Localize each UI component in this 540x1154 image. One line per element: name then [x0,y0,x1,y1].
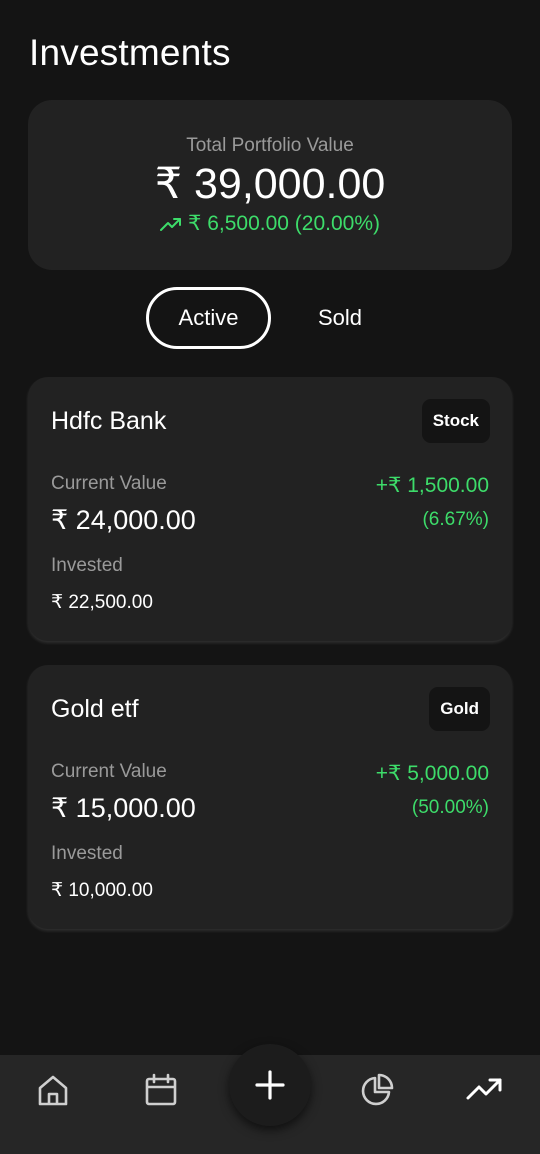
gain-amount: +₹ 5,000.00 [375,762,489,785]
status-tabs: Active Sold [0,287,540,349]
investments-screen: Investments Total Portfolio Value ₹ 39,0… [0,0,540,1154]
page-title: Investments [29,32,231,73]
current-value: ₹ 15,000.00 [51,793,196,823]
portfolio-summary-card: Total Portfolio Value ₹ 39,000.00 ₹ 6,50… [28,100,512,270]
nav-analytics-button[interactable] [350,1063,404,1117]
calendar-icon [145,1073,177,1106]
tab-active[interactable]: Active [146,287,271,349]
pie-chart-icon [361,1073,394,1106]
investment-name: Gold etf [51,695,139,723]
investment-card[interactable]: Gold etf Gold Current Value ₹ 15,000.00 … [28,665,512,929]
plus-icon [255,1070,285,1100]
current-value: ₹ 24,000.00 [51,505,196,535]
investment-type-badge: Stock [421,399,490,443]
invested-label: Invested [51,555,123,576]
investment-name: Hdfc Bank [51,407,167,435]
trending-up-icon [160,217,181,231]
portfolio-value: ₹ 39,000.00 [154,160,386,208]
invested-value: ₹ 10,000.00 [51,880,153,901]
nav-home-button[interactable] [26,1063,80,1117]
portfolio-change: ₹ 6,500.00 (20.00%) [28,211,512,236]
portfolio-change-value: ₹ 6,500.00 (20.00%) [188,212,380,235]
gain-percent: (50.00%) [411,797,489,818]
trending-up-icon [466,1078,502,1100]
invested-label: Invested [51,843,123,864]
investment-type-badge: Gold [429,687,490,731]
current-value-label: Current Value [51,473,167,494]
investment-card[interactable]: Hdfc Bank Stock Current Value ₹ 24,000.0… [28,377,512,641]
add-investment-button[interactable] [229,1044,311,1126]
gain-percent: (6.67%) [422,509,489,530]
invested-value: ₹ 22,500.00 [51,592,153,613]
current-value-label: Current Value [51,761,167,782]
nav-calendar-button[interactable] [134,1063,188,1117]
tab-sold[interactable]: Sold [300,287,380,349]
portfolio-value-label: Total Portfolio Value [186,135,354,156]
gain-amount: +₹ 1,500.00 [375,474,489,497]
home-icon [38,1075,68,1106]
nav-investments-button[interactable] [458,1063,512,1117]
